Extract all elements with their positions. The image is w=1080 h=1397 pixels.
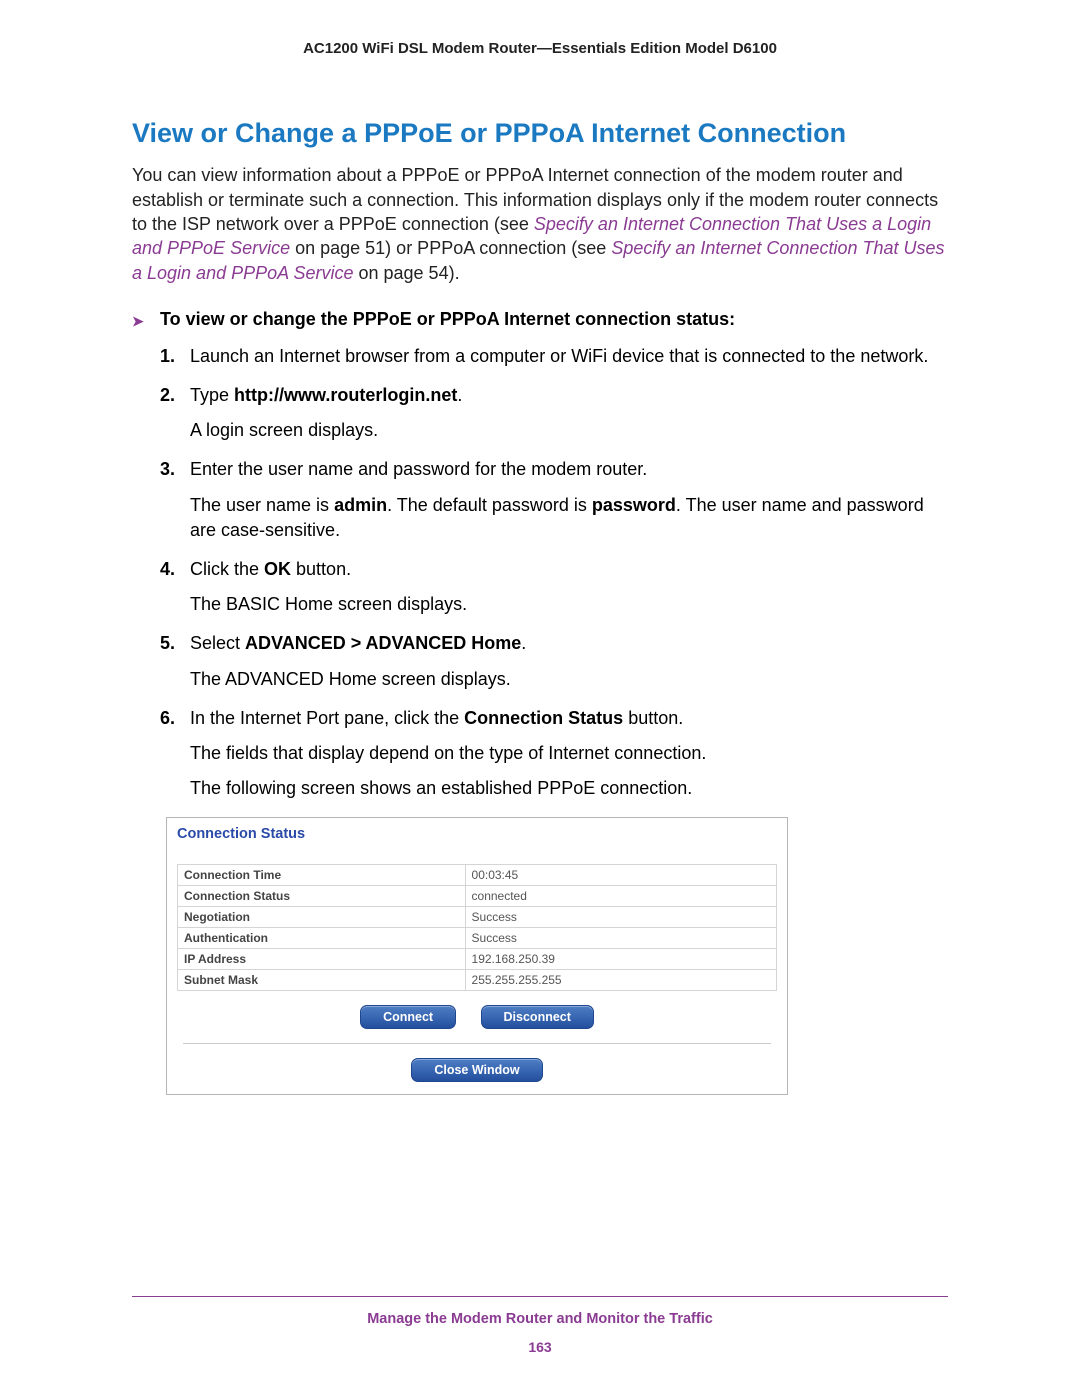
s3-a: The user name is xyxy=(190,495,334,515)
s5-path: ADVANCED > ADVANCED Home xyxy=(245,633,521,653)
intro-text-2: on page 51) or PPPoA connection (see xyxy=(290,238,611,258)
table-row: IP Address 192.168.250.39 xyxy=(178,949,777,970)
step-2: Type http://www.routerlogin.net. A login… xyxy=(166,383,948,443)
row-value: Success xyxy=(465,907,776,928)
step-5-result: The ADVANCED Home screen displays. xyxy=(190,667,948,692)
divider xyxy=(183,1043,771,1044)
row-label: Subnet Mask xyxy=(178,970,466,991)
step-2-text-c: . xyxy=(457,385,462,405)
footer-section-title: Manage the Modem Router and Monitor the … xyxy=(132,1311,948,1327)
screenshot-title: Connection Status xyxy=(177,826,777,842)
step-3-result: The user name is admin. The default pass… xyxy=(190,493,948,543)
row-label: IP Address xyxy=(178,949,466,970)
intro-text-3: on page 54). xyxy=(353,263,459,283)
row-label: Connection Status xyxy=(178,886,466,907)
step-3-text: Enter the user name and password for the… xyxy=(190,459,647,479)
steps-list: Launch an Internet browser from a comput… xyxy=(132,344,948,801)
doc-header: AC1200 WiFi DSL Modem Router—Essentials … xyxy=(132,40,948,57)
page-footer: Manage the Modem Router and Monitor the … xyxy=(132,1296,948,1355)
s4-ok: OK xyxy=(264,559,291,579)
row-value: 255.255.255.255 xyxy=(465,970,776,991)
table-row: Connection Time 00:03:45 xyxy=(178,865,777,886)
button-row-1: Connect Disconnect xyxy=(177,1005,777,1029)
row-label: Negotiation xyxy=(178,907,466,928)
step-2-result: A login screen displays. xyxy=(190,418,948,443)
s6-btnname: Connection Status xyxy=(464,708,623,728)
button-row-2: Close Window xyxy=(177,1058,777,1082)
table-row: Authentication Success xyxy=(178,928,777,949)
row-label: Authentication xyxy=(178,928,466,949)
s6-a: In the Internet Port pane, click the xyxy=(190,708,464,728)
row-value: 00:03:45 xyxy=(465,865,776,886)
s5-a: Select xyxy=(190,633,245,653)
step-2-url: http://www.routerlogin.net xyxy=(234,385,457,405)
s4-a: Click the xyxy=(190,559,264,579)
step-5: Select ADVANCED > ADVANCED Home. The ADV… xyxy=(166,631,948,691)
procedure-title: To view or change the PPPoE or PPPoA Int… xyxy=(160,309,735,329)
close-window-button[interactable]: Close Window xyxy=(411,1058,542,1082)
row-value: connected xyxy=(465,886,776,907)
s6-c: button. xyxy=(623,708,683,728)
step-1: Launch an Internet browser from a comput… xyxy=(166,344,948,369)
s3-admin: admin xyxy=(334,495,387,515)
row-label: Connection Time xyxy=(178,865,466,886)
s4-c: button. xyxy=(291,559,351,579)
step-6-result-1: The fields that display depend on the ty… xyxy=(190,741,948,766)
connect-button[interactable]: Connect xyxy=(360,1005,456,1029)
step-2-text-a: Type xyxy=(190,385,234,405)
row-value: Success xyxy=(465,928,776,949)
intro-paragraph: You can view information about a PPPoE o… xyxy=(132,163,948,284)
table-row: Negotiation Success xyxy=(178,907,777,928)
status-table: Connection Time 00:03:45 Connection Stat… xyxy=(177,864,777,991)
table-row: Connection Status connected xyxy=(178,886,777,907)
step-3: Enter the user name and password for the… xyxy=(166,457,948,543)
page-number: 163 xyxy=(132,1339,948,1355)
step-4: Click the OK button. The BASIC Home scre… xyxy=(166,557,948,617)
table-row: Subnet Mask 255.255.255.255 xyxy=(178,970,777,991)
step-6-result-2: The following screen shows an establishe… xyxy=(190,776,948,801)
step-1-text: Launch an Internet browser from a comput… xyxy=(190,346,928,366)
arrow-icon: ➤ xyxy=(132,313,144,330)
row-value: 192.168.250.39 xyxy=(465,949,776,970)
connection-status-screenshot: Connection Status Connection Time 00:03:… xyxy=(166,817,788,1095)
s3-password: password xyxy=(592,495,676,515)
step-6: In the Internet Port pane, click the Con… xyxy=(166,706,948,802)
s3-c: . The default password is xyxy=(387,495,592,515)
procedure-heading: ➤ To view or change the PPPoE or PPPoA I… xyxy=(132,309,948,330)
section-heading: View or Change a PPPoE or PPPoA Internet… xyxy=(132,117,948,149)
disconnect-button[interactable]: Disconnect xyxy=(481,1005,594,1029)
s5-c: . xyxy=(521,633,526,653)
step-4-result: The BASIC Home screen displays. xyxy=(190,592,948,617)
